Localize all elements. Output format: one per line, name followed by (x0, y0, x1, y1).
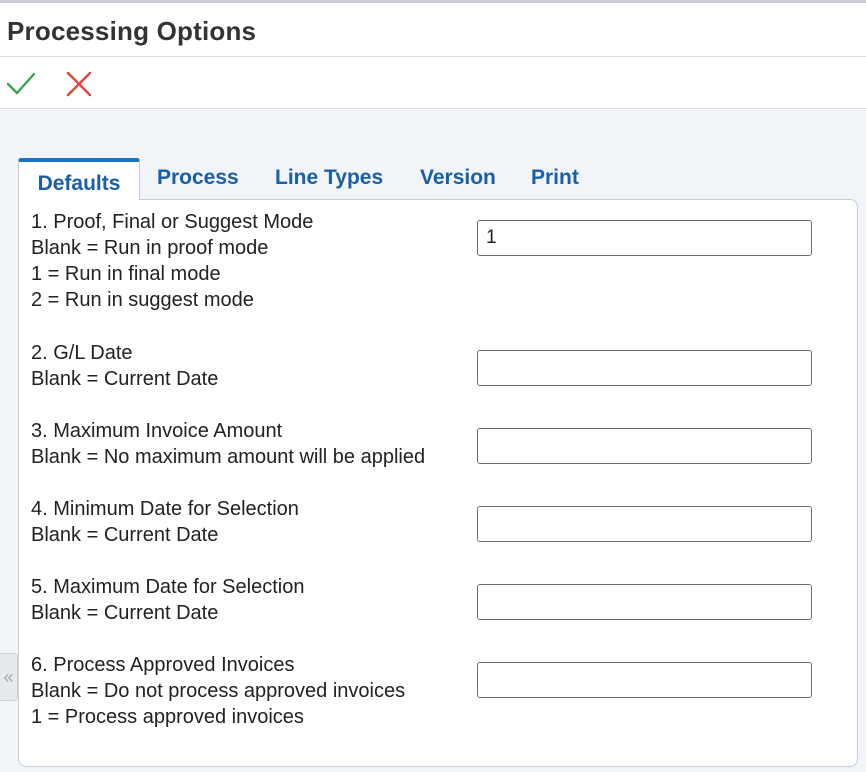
collapse-sidebar-handle[interactable]: « (0, 653, 18, 701)
defaults-panel: 1. Proof, Final or Suggest Mode Blank = … (18, 199, 858, 767)
process-approved-invoices-input[interactable] (477, 662, 812, 698)
option-5-description: 5. Maximum Date for Selection Blank = Cu… (31, 574, 304, 626)
cancel-button[interactable] (62, 67, 96, 101)
option-help-line: Blank = Current Date (31, 602, 219, 624)
option-6-description: 6. Process Approved Invoices Blank = Do … (31, 652, 405, 730)
option-label: 3. Maximum Invoice Amount (31, 420, 283, 442)
tab-print[interactable]: Print (531, 158, 579, 200)
option-label: 4. Minimum Date for Selection (31, 498, 299, 520)
option-help-line: 2 = Run in suggest mode (31, 289, 254, 311)
option-help-line: Blank = No maximum amount will be applie… (31, 446, 426, 468)
option-1-description: 1. Proof, Final or Suggest Mode Blank = … (31, 209, 313, 313)
maximum-invoice-amount-input[interactable] (477, 428, 812, 464)
option-3-description: 3. Maximum Invoice Amount Blank = No max… (31, 418, 425, 470)
option-help-line: Blank = Do not process approved invoices (31, 680, 406, 702)
option-help-line: 1 = Process approved invoices (31, 706, 304, 728)
tab-version[interactable]: Version (420, 158, 496, 200)
option-help-line: 1 = Run in final mode (31, 263, 221, 285)
proof-final-mode-input[interactable] (477, 220, 812, 256)
minimum-date-input[interactable] (477, 506, 812, 542)
option-help-line: Blank = Current Date (31, 368, 219, 390)
option-help-line: Blank = Run in proof mode (31, 237, 269, 259)
tab-bar: Defaults Process Line Types Version Prin… (18, 158, 718, 200)
ok-button[interactable] (4, 67, 38, 101)
check-icon (6, 72, 36, 95)
option-2-description: 2. G/L Date Blank = Current Date (31, 340, 218, 392)
gl-date-input[interactable] (477, 350, 812, 386)
close-icon (66, 71, 92, 97)
tab-defaults[interactable]: Defaults (18, 158, 140, 200)
page-title: Processing Options (7, 16, 257, 46)
option-label: 6. Process Approved Invoices (31, 654, 295, 676)
option-label: 2. G/L Date (31, 342, 133, 364)
title-bar: Processing Options (0, 3, 866, 57)
option-label: 1. Proof, Final or Suggest Mode (31, 211, 314, 233)
toolbar (0, 58, 866, 109)
option-4-description: 4. Minimum Date for Selection Blank = Cu… (31, 496, 299, 548)
option-label: 5. Maximum Date for Selection (31, 576, 305, 598)
tab-process[interactable]: Process (157, 158, 239, 200)
tab-line-types[interactable]: Line Types (275, 158, 383, 200)
double-chevron-left-icon: « (3, 666, 14, 687)
option-help-line: Blank = Current Date (31, 524, 219, 546)
maximum-date-input[interactable] (477, 584, 812, 620)
